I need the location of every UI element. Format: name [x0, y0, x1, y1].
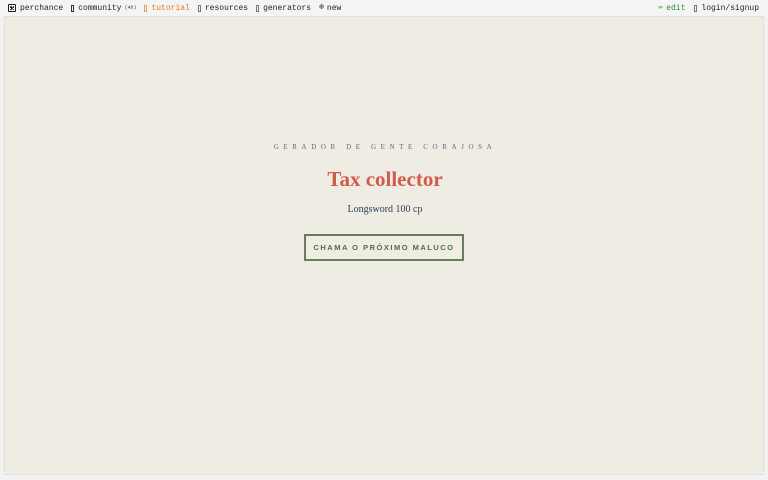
nav-perchance-label: perchance: [20, 3, 64, 13]
nav-new-link[interactable]: ⊕ new: [319, 4, 341, 13]
community-icon: [71, 4, 75, 12]
dice-icon: [8, 4, 16, 12]
nav-left: perchance community (4h) tutorial resour…: [0, 0, 349, 16]
generators-icon: [256, 4, 260, 12]
next-character-button[interactable]: CHAMA O PRÓXIMO MALUCO: [304, 234, 464, 261]
nav-generators-label: generators: [263, 3, 312, 13]
nav-community-link[interactable]: community (4h): [71, 4, 136, 13]
generated-title: Tax collector: [327, 167, 443, 191]
top-nav-bar: perchance community (4h) tutorial resour…: [0, 0, 768, 16]
generated-detail: Longsword 100 cp: [347, 204, 423, 215]
plus-circle-icon: ⊕: [319, 3, 324, 12]
nav-edit-label: edit: [666, 3, 686, 13]
user-icon: [694, 4, 698, 12]
resources-icon: [197, 4, 201, 12]
nav-community-count: (4h): [124, 5, 137, 11]
nav-perchance-link[interactable]: perchance: [8, 4, 63, 13]
generator-subtitle: GERADOR DE GENTE CORAJOSA: [273, 143, 497, 151]
nav-edit-link[interactable]: ✏ edit: [658, 4, 685, 13]
nav-right: ✏ edit login/signup: [649, 0, 768, 16]
nav-community-label: community: [78, 3, 122, 13]
nav-generators-link[interactable]: generators: [256, 4, 311, 13]
nav-new-label: new: [326, 3, 342, 13]
pencil-icon: ✏: [658, 3, 664, 12]
generator-output-panel: GERADOR DE GENTE CORAJOSA Tax collector …: [4, 16, 764, 475]
nav-tutorial-label: tutorial: [151, 3, 190, 13]
nav-resources-link[interactable]: resources: [197, 3, 249, 13]
nav-login-label: login/signup: [701, 3, 759, 13]
nav-login-link[interactable]: login/signup: [694, 4, 759, 13]
nav-tutorial-link[interactable]: tutorial: [144, 3, 190, 13]
tutorial-icon: [144, 4, 148, 12]
nav-resources-label: resources: [204, 3, 249, 13]
